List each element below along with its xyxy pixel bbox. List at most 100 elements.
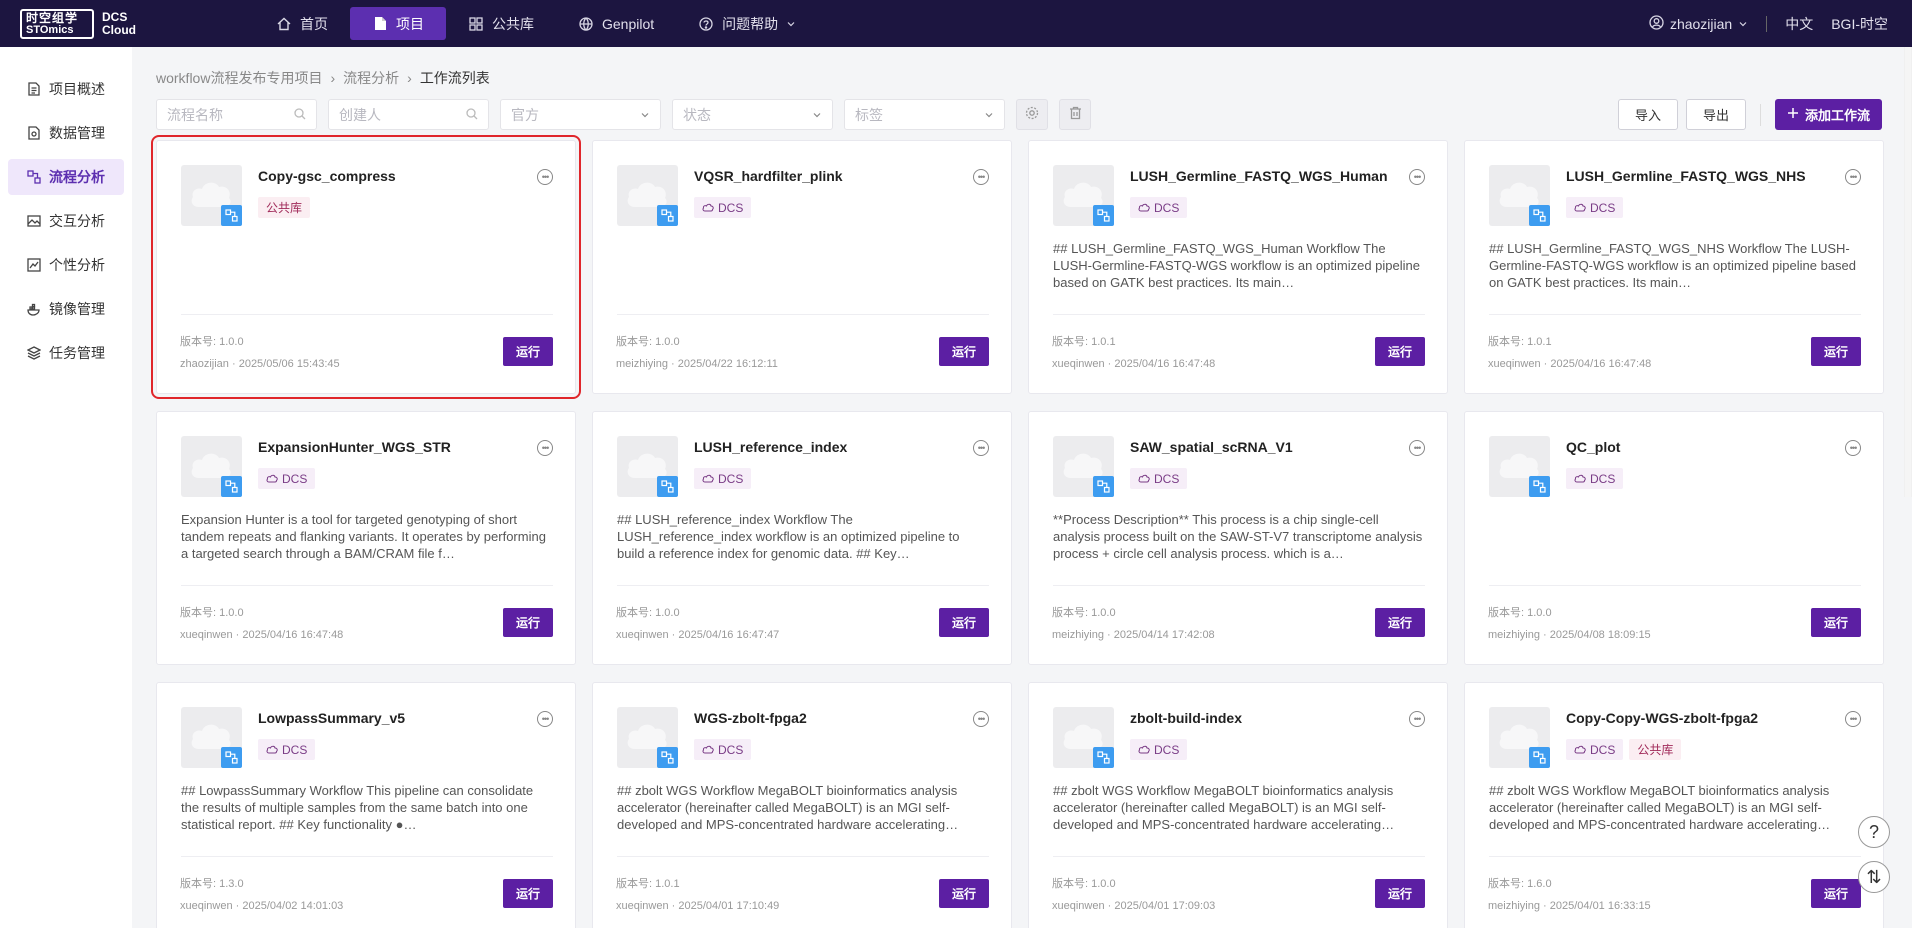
workflow-title[interactable]: VQSR_hardfilter_plink <box>694 168 843 184</box>
run-button[interactable]: 运行 <box>1811 337 1861 366</box>
clear-filter-button[interactable] <box>1059 99 1091 130</box>
nav-home[interactable]: 首页 <box>254 7 350 40</box>
help-float-button[interactable]: ? <box>1858 816 1890 848</box>
workflow-title[interactable]: Copy-gsc_compress <box>258 168 396 184</box>
author: xueqinwen <box>180 900 233 912</box>
workflow-title[interactable]: LUSH_reference_index <box>694 439 847 455</box>
export-button[interactable]: 导出 <box>1685 99 1746 130</box>
scrollbar[interactable] <box>1904 47 1912 497</box>
workflow-card[interactable]: LowpassSummary_v5 DCS ••• ## LowpassSummary… <box>156 682 576 928</box>
workflow-title[interactable]: QC_plot <box>1566 439 1620 455</box>
more-options-icon[interactable]: ••• <box>973 711 989 727</box>
workflow-card[interactable]: ExpansionHunter_WGS_STR DCS ••• Expansion H… <box>156 411 576 665</box>
workflow-title[interactable]: LUSH_Germline_FASTQ_WGS_NHS <box>1566 168 1806 184</box>
version-label: 版本号: <box>616 607 653 619</box>
run-button[interactable]: 运行 <box>1375 879 1425 908</box>
more-options-icon[interactable]: ••• <box>537 711 553 727</box>
nav-public-library[interactable]: 公共库 <box>446 7 556 40</box>
status-select[interactable]: 状态 <box>672 99 833 130</box>
source-select[interactable]: 官方 <box>500 99 661 130</box>
settings-button[interactable] <box>1016 99 1048 130</box>
workflow-card[interactable]: Copy-Copy-WGS-zbolt-fpga2 DCS 公共库 ••• ## zbo… <box>1464 682 1884 928</box>
more-options-icon[interactable]: ••• <box>1409 169 1425 185</box>
timestamp: 2025/04/01 16:33:15 <box>1549 900 1651 912</box>
run-button[interactable]: 运行 <box>503 608 553 637</box>
more-options-icon[interactable]: ••• <box>1409 440 1425 456</box>
sort-float-button[interactable]: ⇅ <box>1858 861 1890 893</box>
tag-badge: DCS <box>1130 739 1188 760</box>
workflow-title[interactable]: ExpansionHunter_WGS_STR <box>258 439 451 455</box>
language-switch[interactable]: 中文 <box>1785 14 1813 34</box>
workflow-card[interactable]: SAW_spatial_scRNA_V1 DCS ••• **Process Desc… <box>1028 411 1448 665</box>
import-button[interactable]: 导入 <box>1617 99 1678 130</box>
workflow-card[interactable]: QC_plot DCS ••• 版本号: 1.0.0 meizhiying · 2025… <box>1464 411 1884 665</box>
cloud-icon <box>1574 203 1586 212</box>
add-workflow-button[interactable]: 添加工作流 <box>1774 99 1882 130</box>
author: meizhiying <box>1052 629 1104 641</box>
run-button[interactable]: 运行 <box>1375 337 1425 366</box>
workflow-card[interactable]: LUSH_reference_index DCS ••• ## LUSH_refere… <box>592 411 1012 665</box>
breadcrumb-project[interactable]: workflow流程发布专用项目 <box>156 68 322 88</box>
workflow-description: ## LUSH_reference_index Workflow The LUS… <box>617 512 960 561</box>
sidebar-item-2[interactable]: 流程分析 <box>8 159 124 195</box>
workflow-title[interactable]: Copy-Copy-WGS-zbolt-fpga2 <box>1566 710 1758 726</box>
more-options-icon[interactable]: ••• <box>1845 440 1861 456</box>
more-options-icon[interactable]: ••• <box>973 440 989 456</box>
sidebar-item-5[interactable]: 镜像管理 <box>8 291 124 327</box>
workflow-card[interactable]: VQSR_hardfilter_plink DCS ••• 版本号: 1.0.0 mei… <box>592 140 1012 394</box>
org-switch[interactable]: BGI-时空 <box>1831 14 1888 34</box>
more-options-icon[interactable]: ••• <box>1845 169 1861 185</box>
creator-input[interactable]: 创建人 <box>328 99 489 130</box>
workflow-name-input[interactable]: 流程名称 <box>156 99 317 130</box>
run-button[interactable]: 运行 <box>1811 879 1861 908</box>
sidebar-item-4[interactable]: 个性分析 <box>8 247 124 283</box>
run-button[interactable]: 运行 <box>503 337 553 366</box>
user-menu[interactable]: zhaozijian <box>1649 14 1748 33</box>
nav-help[interactable]: 问题帮助 <box>676 7 818 40</box>
workflow-title[interactable]: SAW_spatial_scRNA_V1 <box>1130 439 1293 455</box>
more-options-icon[interactable]: ••• <box>973 169 989 185</box>
version-line: 版本号: 1.0.0 <box>1488 602 1651 624</box>
sidebar-item-0[interactable]: 项目概述 <box>8 71 124 107</box>
workflow-meta: 版本号: 1.0.0 meizhiying · 2025/04/08 18:09:… <box>1488 602 1651 646</box>
run-button[interactable]: 运行 <box>939 608 989 637</box>
tag-badge: DCS <box>258 739 316 760</box>
logo[interactable]: 时空组学 STOmics DCS Cloud <box>20 9 142 39</box>
tag-select[interactable]: 标签 <box>844 99 1005 130</box>
workflow-title[interactable]: WGS-zbolt-fpga2 <box>694 710 807 726</box>
sidebar-item-1[interactable]: 数据管理 <box>8 115 124 151</box>
more-options-icon[interactable]: ••• <box>1845 711 1861 727</box>
run-button[interactable]: 运行 <box>939 337 989 366</box>
sidebar-item-3[interactable]: 交互分析 <box>8 203 124 239</box>
breadcrumb-flow-analysis[interactable]: 流程分析 <box>343 68 399 88</box>
author-line: meizhiying · 2025/04/14 17:42:08 <box>1052 629 1215 641</box>
run-button[interactable]: 运行 <box>1811 608 1861 637</box>
nav-project[interactable]: 项目 <box>350 7 446 40</box>
sidebar-item-6[interactable]: 任务管理 <box>8 335 124 371</box>
tag-list: DCS <box>1566 197 1624 218</box>
run-button[interactable]: 运行 <box>503 879 553 908</box>
chevron-down-icon <box>1738 16 1748 32</box>
workflow-card[interactable]: WGS-zbolt-fpga2 DCS ••• ## zbolt WGS Workfl… <box>592 682 1012 928</box>
run-button[interactable]: 运行 <box>1375 608 1425 637</box>
version-label: 版本号: <box>616 878 653 890</box>
doc-icon <box>27 82 41 96</box>
workflow-card[interactable]: LUSH_Germline_FASTQ_WGS_Human DCS ••• ## LU… <box>1028 140 1448 394</box>
workflow-card[interactable]: zbolt-build-index DCS ••• ## zbolt WGS Work… <box>1028 682 1448 928</box>
workflow-title[interactable]: LowpassSummary_v5 <box>258 710 405 726</box>
more-options-icon[interactable]: ••• <box>1409 711 1425 727</box>
more-options-icon[interactable]: ••• <box>537 169 553 185</box>
run-button[interactable]: 运行 <box>939 879 989 908</box>
more-options-icon[interactable]: ••• <box>537 440 553 456</box>
tag-list: DCS <box>1130 739 1188 760</box>
workflow-title[interactable]: zbolt-build-index <box>1130 710 1242 726</box>
workflow-title[interactable]: LUSH_Germline_FASTQ_WGS_Human <box>1130 168 1388 184</box>
nav-genpilot[interactable]: Genpilot <box>556 7 676 40</box>
scrollbar-thumb[interactable] <box>1905 47 1911 497</box>
workflow-card[interactable]: LUSH_Germline_FASTQ_WGS_NHS DCS ••• ## LUSH… <box>1464 140 1884 394</box>
logo-brand-cn: 时空组学 <box>26 11 79 25</box>
workflow-card[interactable]: Copy-gsc_compress 公共库 ••• 版本号: 1.0.0 zhaozij… <box>151 135 581 399</box>
search-icon <box>466 107 478 123</box>
author: meizhiying <box>1488 629 1540 641</box>
filter-bar: 流程名称 创建人 官方 状态 标签 <box>156 99 1091 130</box>
